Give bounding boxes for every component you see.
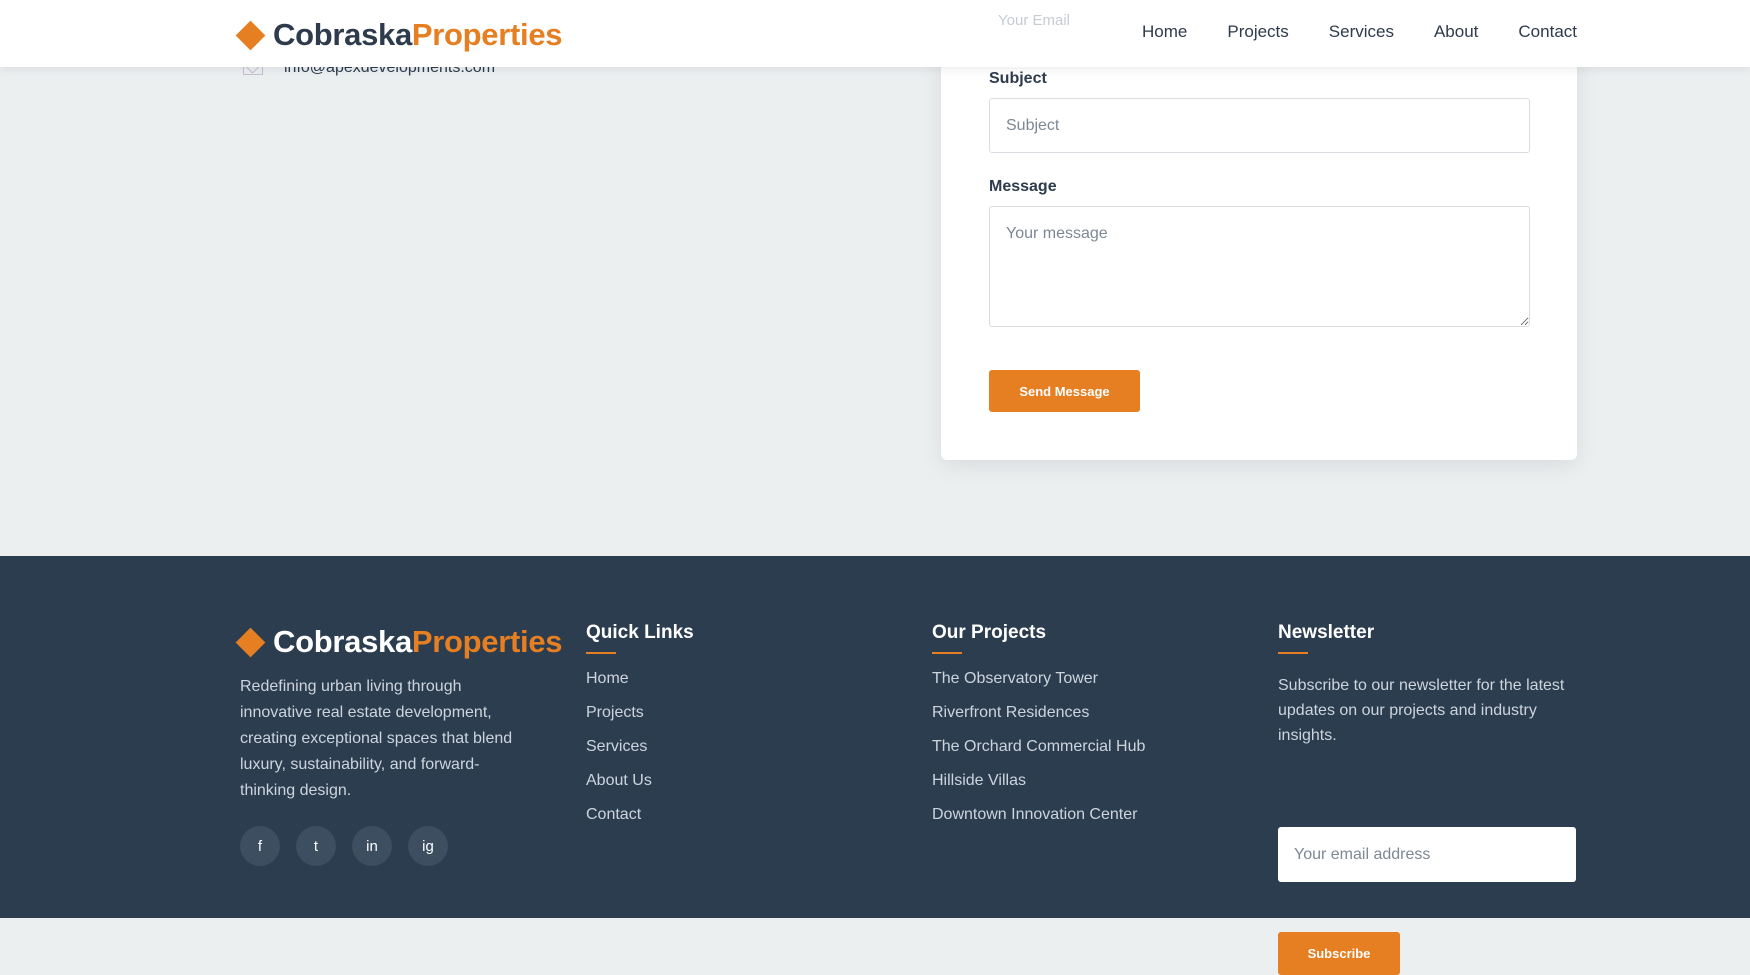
project-link[interactable]: Hillside Villas [932,772,1145,806]
instagram-icon[interactable]: ig [408,826,448,866]
heading-underline [1278,652,1308,654]
footer-about-text: Redefining urban living through innovati… [240,678,513,799]
quick-links-heading: Quick Links [586,622,694,643]
projects-heading: Our Projects [932,622,1047,643]
nav-projects[interactable]: Projects [1227,22,1288,42]
contact-form-card: Subject Message Send Message [941,0,1577,460]
send-message-button[interactable]: Send Message [989,370,1140,412]
nav-about[interactable]: About [1434,22,1478,42]
message-label: Message [989,178,1057,195]
site-footer: Cobraska Properties Redefining urban livi… [0,556,1750,975]
newsletter-email-input[interactable] [1278,827,1576,882]
logo-text-accent: Properties [411,624,563,659]
footer-newsletter: Newsletter Subscribe to our newsletter f… [1278,622,1578,975]
heading-underline [932,652,962,654]
logo-diamond-icon [235,20,266,50]
twitter-icon[interactable]: t [296,826,336,866]
linkedin-icon[interactable]: in [352,826,392,866]
project-link[interactable]: Riverfront Residences [932,704,1145,738]
subject-label: Subject [989,70,1047,87]
footer-link-projects[interactable]: Projects [586,704,694,738]
heading-underline [586,652,616,654]
facebook-icon[interactable]: f [240,826,280,866]
project-link[interactable]: The Orchard Commercial Hub [932,738,1145,772]
email-label-partial: Your Email [998,12,1070,29]
logo-text-accent: Properties [411,17,563,52]
footer-link-services[interactable]: Services [586,738,694,772]
nav-home[interactable]: Home [1142,22,1187,42]
social-links: f t in ig [240,826,448,866]
project-link[interactable]: Downtown Innovation Center [932,806,1145,840]
logo-diamond-icon [235,627,266,657]
site-header: Cobraska Properties Your Email Home Proje… [0,0,1750,67]
nav-contact[interactable]: Contact [1518,22,1577,42]
main-nav: Home Projects Services About Contact [1142,22,1577,42]
footer-projects: Our Projects The Observatory Tower River… [932,622,1145,840]
subscribe-button[interactable]: Subscribe [1278,932,1400,975]
logo-text-primary: Cobraska [273,624,412,659]
newsletter-heading: Newsletter [1278,622,1375,643]
footer-link-home[interactable]: Home [586,670,694,704]
footer-quick-links: Quick Links Home Projects Services About… [586,622,694,840]
subject-input[interactable] [989,98,1530,153]
logo-text-primary: Cobraska [273,17,412,52]
nav-services[interactable]: Services [1329,22,1394,42]
project-link[interactable]: The Observatory Tower [932,670,1145,704]
footer-logo[interactable]: Cobraska Properties [235,624,563,660]
footer-link-about[interactable]: About Us [586,772,694,806]
header-logo[interactable]: Cobraska Properties [235,17,563,53]
message-textarea[interactable] [989,206,1530,327]
footer-link-contact[interactable]: Contact [586,806,694,840]
newsletter-description: Subscribe to our newsletter for the late… [1278,677,1565,744]
